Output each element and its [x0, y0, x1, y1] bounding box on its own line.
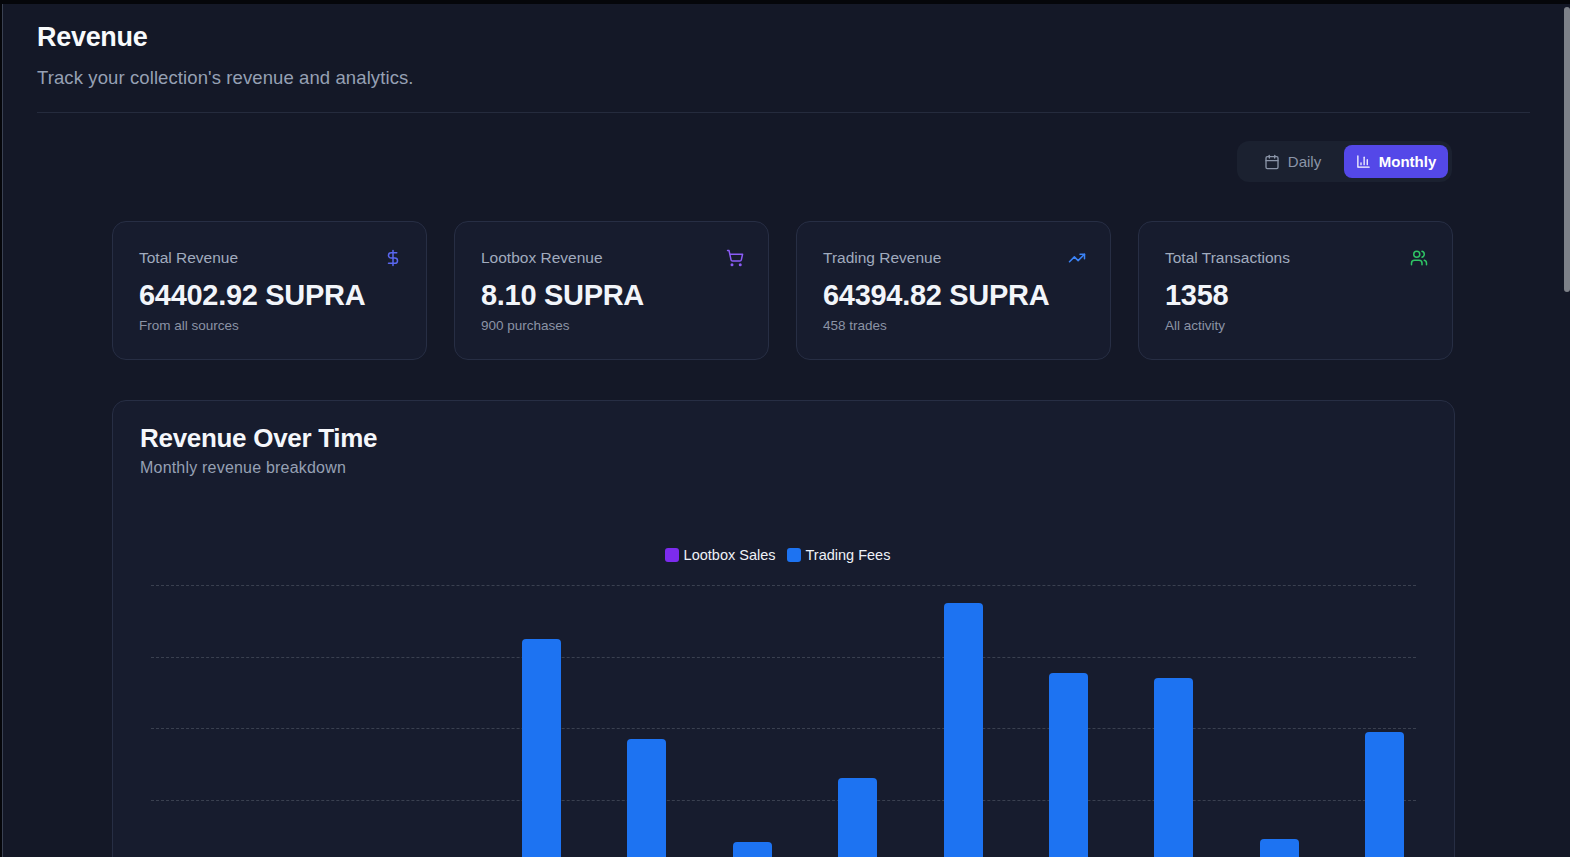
calendar-icon: [1264, 154, 1280, 170]
legend-label: Trading Fees: [806, 547, 891, 563]
stat-value: 64402.92 SUPRA: [139, 279, 400, 312]
stat-label: Lootbox Revenue: [481, 249, 742, 267]
bar-trading-fees: [838, 778, 877, 857]
stat-sub: 458 trades: [823, 318, 1084, 333]
header-divider: [37, 112, 1530, 113]
stat-card-total-transactions: Total Transactions 1358 All activity: [1138, 221, 1453, 360]
page-subtitle: Track your collection's revenue and anal…: [37, 67, 414, 89]
legend-label: Lootbox Sales: [684, 547, 776, 563]
stat-sub: All activity: [1165, 318, 1426, 333]
page-title: Revenue: [37, 22, 147, 53]
stat-card-trading-revenue: Trading Revenue 64394.82 SUPRA 458 trade…: [796, 221, 1111, 360]
monthly-button[interactable]: Monthly: [1344, 145, 1448, 178]
bar-trading-fees: [944, 603, 983, 857]
bar-chart-plot: [151, 585, 1416, 857]
stat-sub: 900 purchases: [481, 318, 742, 333]
stat-label: Trading Revenue: [823, 249, 1084, 267]
stat-card-lootbox-revenue: Lootbox Revenue 8.10 SUPRA 900 purchases: [454, 221, 769, 360]
stat-value: 8.10 SUPRA: [481, 279, 742, 312]
chart-title: Revenue Over Time: [140, 423, 377, 454]
stat-card-total-revenue: Total Revenue 64402.92 SUPRA From all so…: [112, 221, 427, 360]
chart-legend: Lootbox Sales Trading Fees: [145, 547, 1410, 563]
bar-trading-fees: [627, 739, 666, 857]
chart-subtitle: Monthly revenue breakdown: [140, 459, 346, 477]
legend-item-lootbox-sales: Lootbox Sales: [665, 547, 776, 563]
stat-value: 1358: [1165, 279, 1426, 312]
stat-value: 64394.82 SUPRA: [823, 279, 1084, 312]
period-toggle: Daily Monthly: [1237, 141, 1452, 182]
chart-gridline: [151, 585, 1416, 586]
stat-label: Total Revenue: [139, 249, 400, 267]
revenue-chart-card: Revenue Over Time Monthly revenue breakd…: [112, 400, 1455, 857]
bar-trading-fees: [1154, 678, 1193, 857]
shopping-cart-icon: [726, 249, 744, 267]
window-top-edge: [0, 0, 1570, 4]
content-left-border: [2, 4, 3, 857]
legend-item-trading-fees: Trading Fees: [787, 547, 891, 563]
daily-button[interactable]: Daily: [1241, 145, 1344, 178]
bar-trading-fees: [1260, 839, 1299, 857]
trending-up-icon: [1068, 249, 1086, 267]
bar-chart-icon: [1356, 154, 1371, 169]
users-icon: [1410, 249, 1428, 267]
chart-gridline: [151, 800, 1416, 801]
bar-trading-fees: [733, 842, 772, 857]
lootbox-sales-swatch: [665, 548, 679, 562]
chart-gridline: [151, 657, 1416, 658]
dollar-sign-icon: [384, 249, 402, 267]
scrollbar-thumb[interactable]: [1564, 7, 1570, 292]
monthly-label: Monthly: [1379, 153, 1437, 170]
bar-trading-fees: [1049, 673, 1088, 857]
bar-trading-fees: [522, 639, 561, 857]
daily-label: Daily: [1288, 153, 1321, 170]
stat-sub: From all sources: [139, 318, 400, 333]
stat-label: Total Transactions: [1165, 249, 1426, 267]
bar-trading-fees: [1365, 732, 1404, 857]
chart-gridline: [151, 728, 1416, 729]
stat-cards: Total Revenue 64402.92 SUPRA From all so…: [112, 221, 1455, 360]
trading-fees-swatch: [787, 548, 801, 562]
